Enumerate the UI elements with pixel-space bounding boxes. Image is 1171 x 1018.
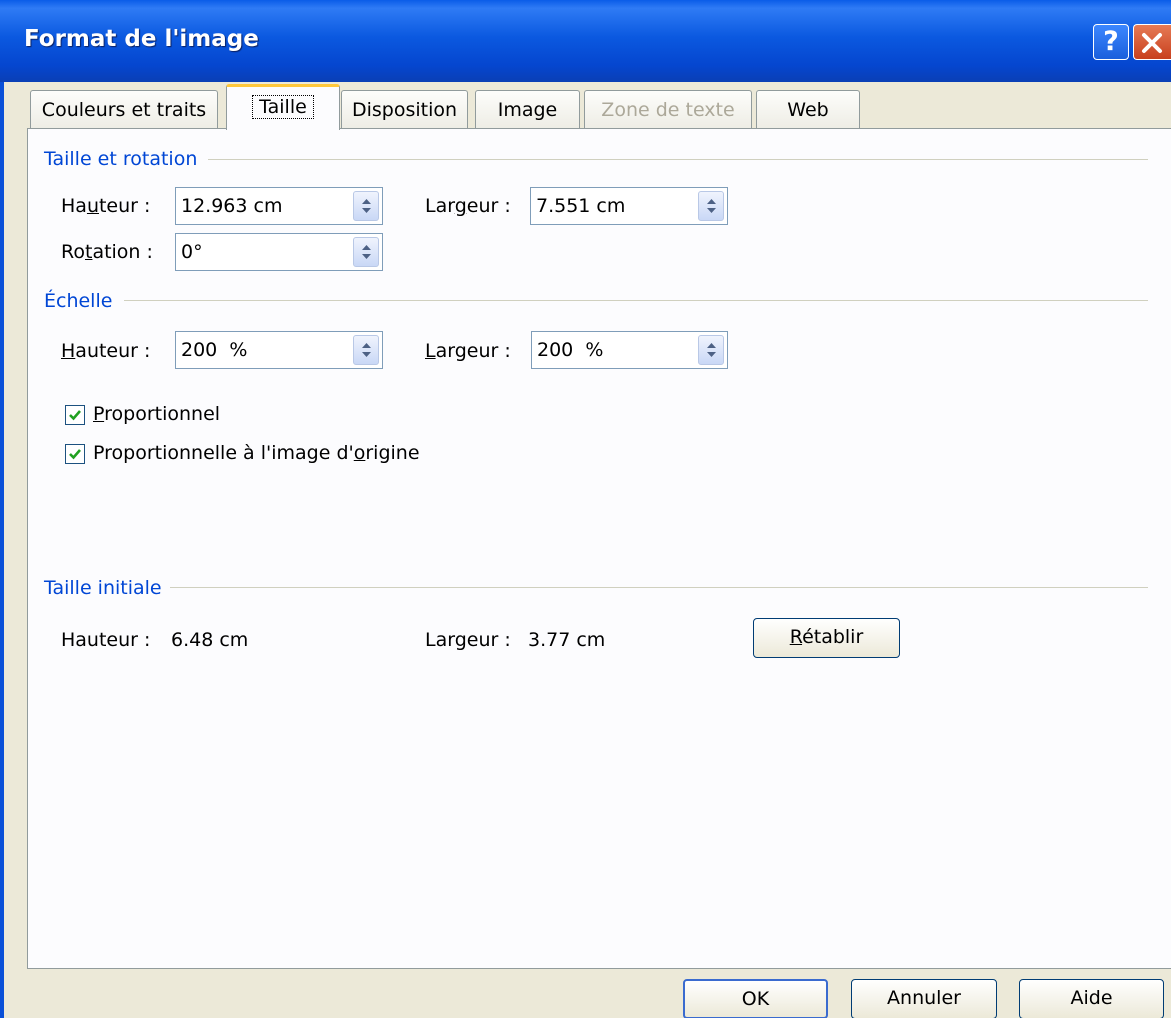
tab-disposition[interactable]: Disposition bbox=[341, 90, 468, 128]
spin-arrows-icon bbox=[707, 343, 716, 357]
spin-arrows-icon bbox=[362, 199, 371, 213]
relative-to-original-checkbox[interactable] bbox=[65, 444, 85, 464]
tab-couleurs-et-traits[interactable]: Couleurs et traits bbox=[30, 90, 218, 128]
scale-height-spin-button[interactable] bbox=[353, 335, 379, 365]
spin-arrows-icon bbox=[362, 245, 371, 259]
help-icon: ? bbox=[1103, 26, 1119, 57]
height-value: 12.963 cm bbox=[181, 195, 283, 217]
scale-width-label: Largeur : bbox=[425, 340, 511, 362]
close-icon bbox=[1142, 33, 1162, 53]
checkmark-icon bbox=[69, 410, 81, 421]
tab-label: Zone de texte bbox=[601, 99, 735, 121]
scale-height-spinbox[interactable]: 200 % bbox=[175, 331, 383, 369]
tab-label: Taille bbox=[252, 95, 314, 119]
rotation-spin-button[interactable] bbox=[353, 237, 379, 267]
tab-taille[interactable]: Taille bbox=[226, 84, 340, 130]
group-divider bbox=[208, 159, 1148, 160]
tab-zone-de-texte: Zone de texte bbox=[584, 90, 752, 128]
checkmark-icon bbox=[69, 449, 81, 460]
lock-aspect-ratio-label[interactable]: Proportionnel bbox=[93, 403, 220, 425]
tab-label: Image bbox=[497, 99, 558, 121]
ok-button[interactable]: OK bbox=[683, 979, 828, 1018]
format-image-dialog: Format de l'image ? Couleurs et traits T… bbox=[0, 0, 1171, 1018]
original-height-label: Hauteur : bbox=[61, 629, 151, 651]
original-height-value: 6.48 cm bbox=[171, 629, 249, 651]
close-button[interactable] bbox=[1133, 24, 1171, 60]
group-label-scale: Échelle bbox=[44, 290, 119, 312]
spin-arrows-icon bbox=[362, 343, 371, 357]
height-spinbox[interactable]: 12.963 cm bbox=[175, 187, 383, 225]
original-width-value: 3.77 cm bbox=[528, 629, 606, 651]
tab-label: Couleurs et traits bbox=[41, 99, 207, 121]
scale-width-spinbox[interactable]: 200 % bbox=[531, 331, 728, 369]
group-label-original-size: Taille initiale bbox=[44, 577, 168, 599]
reset-button[interactable]: Rétablir bbox=[753, 618, 900, 658]
rotation-spinbox[interactable]: 0° bbox=[175, 233, 383, 271]
width-spin-button[interactable] bbox=[698, 191, 724, 221]
scale-height-value: 200 % bbox=[181, 339, 248, 361]
height-spin-button[interactable] bbox=[353, 191, 379, 221]
help-title-button[interactable]: ? bbox=[1093, 24, 1129, 60]
scale-height-label: Hauteur : bbox=[61, 340, 151, 362]
rotation-label: Rotation : bbox=[61, 241, 153, 263]
tab-image[interactable]: Image bbox=[475, 90, 580, 128]
tab-web[interactable]: Web bbox=[756, 90, 860, 128]
cancel-button[interactable]: Annuler bbox=[851, 979, 997, 1018]
group-label-size-rotation: Taille et rotation bbox=[44, 148, 204, 170]
tab-label: Disposition bbox=[351, 99, 458, 121]
original-width-label: Largeur : bbox=[425, 629, 511, 651]
help-button[interactable]: Aide bbox=[1019, 979, 1164, 1018]
width-spinbox[interactable]: 7.551 cm bbox=[530, 187, 728, 225]
width-label: Largeur : bbox=[425, 195, 511, 217]
height-label: Hauteur : bbox=[61, 195, 151, 217]
relative-to-original-label[interactable]: Proportionnelle à l'image d'origine bbox=[93, 442, 420, 464]
window-border bbox=[0, 82, 4, 1018]
dialog-title: Format de l'image bbox=[24, 26, 259, 52]
tab-panel-taille: Taille et rotation Hauteur : 12.963 cm L… bbox=[27, 128, 1171, 969]
tab-label: Web bbox=[787, 99, 829, 121]
group-divider bbox=[170, 587, 1148, 588]
rotation-value: 0° bbox=[181, 241, 203, 263]
scale-width-spin-button[interactable] bbox=[698, 335, 724, 365]
width-value: 7.551 cm bbox=[536, 195, 626, 217]
spin-arrows-icon bbox=[707, 199, 716, 213]
title-bar[interactable]: Format de l'image ? bbox=[0, 0, 1171, 82]
group-divider bbox=[124, 300, 1148, 301]
scale-width-value: 200 % bbox=[537, 339, 604, 361]
lock-aspect-ratio-checkbox[interactable] bbox=[65, 405, 85, 425]
